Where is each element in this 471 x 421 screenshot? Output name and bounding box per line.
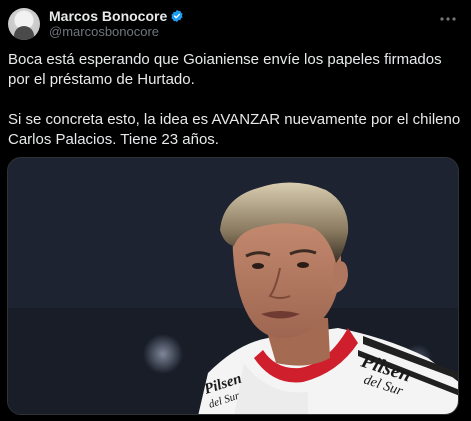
tweet-text-paragraph-1: Boca está esperando que Goianiense envíe… [8, 51, 446, 88]
author-avatar[interactable] [8, 8, 40, 40]
author-handle[interactable]: @marcosbonocore [49, 24, 184, 40]
verified-badge-icon [170, 9, 184, 23]
author-name-row: Marcos Bonocore [49, 8, 184, 24]
tweet-media-photo[interactable]: Pilsen del Sur Pilsen del Sur [7, 157, 459, 415]
tweet-text-paragraph-2: Si se concreta esto, la idea es AVANZAR … [8, 111, 465, 148]
author-names: Marcos Bonocore @marcosbonocore [49, 8, 184, 40]
author-display-name[interactable]: Marcos Bonocore [49, 8, 167, 24]
player-photo: Pilsen del Sur Pilsen del Sur [8, 158, 458, 414]
tweet-text: Boca está esperando que Goianiense envíe… [8, 50, 463, 150]
tweet-card: Marcos Bonocore @marcosbonocore Boca est… [0, 0, 471, 421]
tweet-header: Marcos Bonocore @marcosbonocore [8, 6, 463, 42]
more-horizontal-icon[interactable] [437, 12, 459, 28]
